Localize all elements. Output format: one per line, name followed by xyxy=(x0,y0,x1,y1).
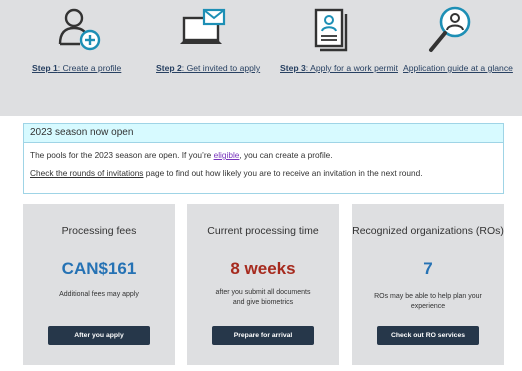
eligible-link[interactable]: eligible xyxy=(214,150,240,160)
rounds-of-invitations-link[interactable]: Check the rounds of invitations xyxy=(30,168,143,178)
step-3-link[interactable]: Step 3: Apply for a work permit xyxy=(280,62,398,74)
step-2-link[interactable]: Step 2: Get invited to apply xyxy=(156,62,274,74)
time-value: 8 weeks xyxy=(230,259,296,278)
fee-value: CAN$161 xyxy=(61,259,137,278)
card-recognized-organizations: Recognized organizations (ROs) 7 ROs may… xyxy=(352,204,504,365)
prepare-for-arrival-button[interactable]: Prepare for arrival xyxy=(212,326,314,345)
notice-line-1: The pools for the 2023 season are open. … xyxy=(30,150,333,160)
check-out-ro-services-button[interactable]: Check out RO services xyxy=(377,326,479,345)
after-you-apply-button[interactable]: After you apply xyxy=(48,326,150,345)
fee-note: Additional fees may apply xyxy=(59,291,139,298)
card-processing-fees: Processing fees CAN$161 Additional fees … xyxy=(23,204,175,365)
ro-count-value: 7 xyxy=(423,259,433,278)
person-add-icon xyxy=(54,4,114,56)
laptop-mail-icon xyxy=(178,4,238,56)
card-title: Current processing time xyxy=(207,225,319,237)
step-1-link[interactable]: Step 1: Create a profile xyxy=(32,62,150,74)
notice-line-2: Check the rounds of invitations page to … xyxy=(30,168,423,178)
steps-band: Step 1: Create a profile Step 2: Get inv… xyxy=(0,0,522,116)
time-note: after you submit all documents and give … xyxy=(215,289,311,306)
notice-title: 2023 season now open xyxy=(24,124,503,143)
season-notice: 2023 season now open The pools for the 2… xyxy=(23,123,504,194)
card-title: Processing fees xyxy=(61,225,137,237)
ro-note: ROs may be able to help plan your experi… xyxy=(374,293,482,310)
card-processing-time: Current processing time 8 weeks after yo… xyxy=(187,204,339,365)
notice-body: The pools for the 2023 season are open. … xyxy=(24,143,503,179)
magnifier-person-icon xyxy=(425,4,485,56)
card-title: Recognized organizations (ROs) xyxy=(352,225,504,237)
document-id-icon xyxy=(302,4,362,56)
application-guide-link[interactable]: Application guide at a glance xyxy=(403,62,521,74)
